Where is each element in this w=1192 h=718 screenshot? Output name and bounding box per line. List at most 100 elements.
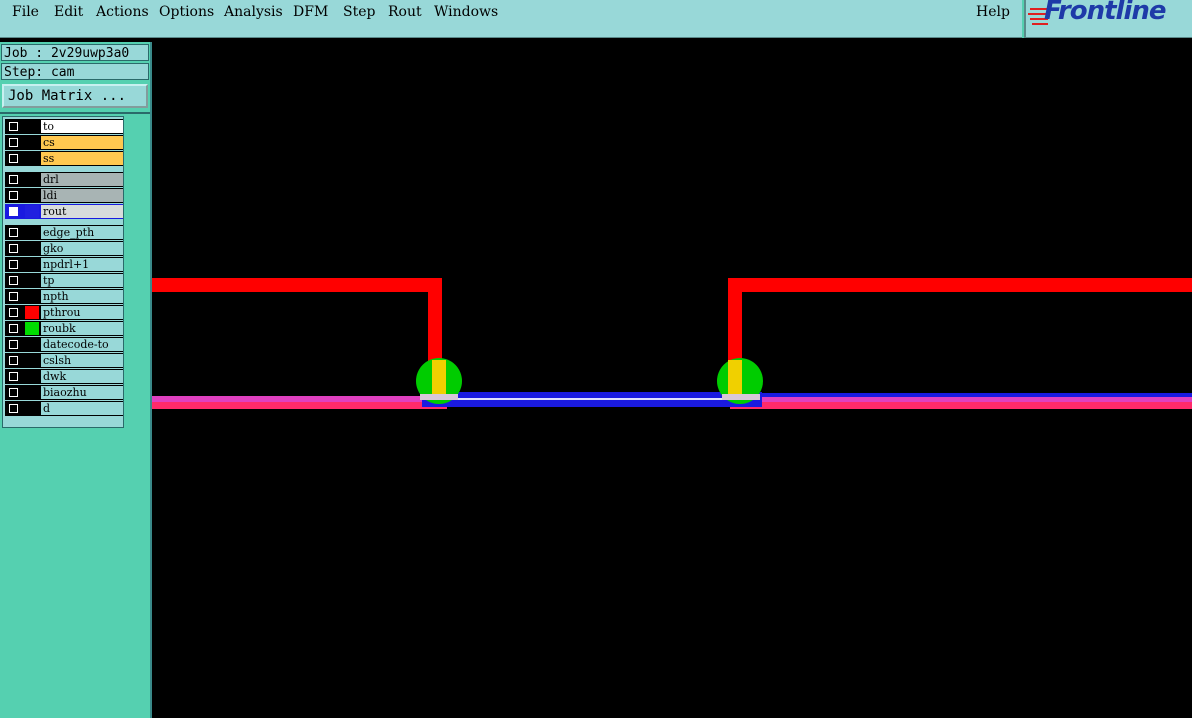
menu-rout[interactable]: Rout	[388, 4, 422, 20]
layer-row-rout[interactable]: rout	[5, 204, 123, 219]
menu-analysis[interactable]: Analysis	[224, 4, 283, 20]
layer-color-swatch	[25, 338, 39, 351]
menu-help[interactable]: Help	[976, 4, 1010, 20]
layer-row-npdrl+1[interactable]: npdrl+1	[5, 257, 123, 272]
layer-checkbox[interactable]	[9, 308, 18, 317]
menu-windows[interactable]: Windows	[434, 4, 498, 20]
pad-right-overlap	[728, 360, 742, 394]
layer-checkbox[interactable]	[9, 244, 18, 253]
red-trace-right	[728, 278, 1192, 387]
layer-name: ss	[41, 152, 123, 165]
left-panel: Job : 2v29uwp3a0 Step: cam Job Matrix ..…	[0, 42, 150, 718]
rout-line-right-ext	[730, 393, 1192, 397]
layer-name: roubk	[41, 322, 123, 335]
layer-row-to[interactable]: to	[5, 119, 123, 134]
layer-checkbox[interactable]	[9, 292, 18, 301]
menu-options[interactable]: Options	[159, 4, 214, 20]
layer-name: pthrou	[41, 306, 123, 319]
layer-name: d	[41, 402, 123, 415]
layer-name: rout	[41, 205, 123, 218]
layer-color-swatch	[25, 120, 39, 133]
layer-checkbox[interactable]	[9, 175, 18, 184]
layer-color-swatch	[25, 189, 39, 202]
layer-name: dwk	[41, 370, 123, 383]
layer-row-ss[interactable]: ss	[5, 151, 123, 166]
layer-name: edge_pth	[41, 226, 123, 239]
job-matrix-button[interactable]: Job Matrix ...	[2, 84, 148, 108]
layer-checkbox[interactable]	[9, 404, 18, 413]
layer-row-datecode-to[interactable]: datecode-to	[5, 337, 123, 352]
pad-left-overlap	[432, 360, 446, 394]
layer-row-dwk[interactable]: dwk	[5, 369, 123, 384]
magenta-trace-left	[152, 396, 447, 402]
rout-line-center	[442, 398, 742, 400]
panel-separator	[0, 112, 150, 114]
layer-row-ldi[interactable]: ldi	[5, 188, 123, 203]
layer-row-drl[interactable]: drl	[5, 172, 123, 187]
layer-row-edge_pth[interactable]: edge_pth	[5, 225, 123, 240]
layer-checkbox[interactable]	[9, 356, 18, 365]
layer-row-d[interactable]: d	[5, 401, 123, 416]
layer-color-swatch	[25, 258, 39, 271]
layer-name: cs	[41, 136, 123, 149]
menu-file[interactable]: File	[12, 4, 39, 20]
layer-row-pthrou[interactable]: pthrou	[5, 305, 123, 320]
layer-checkbox[interactable]	[9, 122, 18, 131]
job-name-label: Job : 2v29uwp3a0	[1, 44, 149, 61]
menu-step[interactable]: Step	[343, 4, 375, 20]
pad-left-gap	[420, 394, 458, 400]
layer-row-npth[interactable]: npth	[5, 289, 123, 304]
layer-name: npdrl+1	[41, 258, 123, 271]
layer-row-biaozhu[interactable]: biaozhu	[5, 385, 123, 400]
layer-checkbox[interactable]	[9, 276, 18, 285]
layer-list: to cs ss drl ldi rout edge_pthgko npdrl+1 tp npth…	[2, 116, 124, 428]
layer-name: tp	[41, 274, 123, 287]
menu-edit[interactable]: Edit	[54, 4, 83, 20]
pad-right-gap	[722, 394, 760, 400]
layer-name: npth	[41, 290, 123, 303]
layer-name: drl	[41, 173, 123, 186]
layer-color-swatch	[25, 136, 39, 149]
layer-name: to	[41, 120, 123, 133]
layer-color-swatch	[25, 173, 39, 186]
layer-checkbox[interactable]	[9, 260, 18, 269]
menu-dfm[interactable]: DFM	[293, 4, 328, 20]
layer-color-swatch	[25, 354, 39, 367]
layer-row-roubk[interactable]: roubk	[5, 321, 123, 336]
layer-checkbox[interactable]	[9, 372, 18, 381]
layer-color-swatch	[25, 370, 39, 383]
layer-checkbox[interactable]	[9, 191, 18, 200]
layer-name: biaozhu	[41, 386, 123, 399]
logo-text: Frontline	[1044, 0, 1166, 26]
layer-color-swatch	[25, 386, 39, 399]
layer-row-gko[interactable]: gko	[5, 241, 123, 256]
graphics-canvas[interactable]	[152, 42, 1192, 718]
layer-checkbox[interactable]	[9, 154, 18, 163]
layer-name: cslsh	[41, 354, 123, 367]
layer-checkbox[interactable]	[9, 228, 18, 237]
layer-row-cs[interactable]: cs	[5, 135, 123, 150]
menu-actions[interactable]: Actions	[96, 4, 149, 20]
layer-checkbox[interactable]	[9, 324, 18, 333]
layer-color-swatch	[25, 152, 39, 165]
layer-name: gko	[41, 242, 123, 255]
step-name-label: Step: cam	[1, 63, 149, 80]
layer-row-cslsh[interactable]: cslsh	[5, 353, 123, 368]
layer-color-swatch	[25, 306, 39, 319]
layer-color-swatch	[25, 402, 39, 415]
frontline-logo: Frontline	[1024, 0, 1192, 39]
layer-color-swatch	[25, 322, 39, 335]
layer-checkbox[interactable]	[9, 207, 18, 216]
layer-name: ldi	[41, 189, 123, 202]
layer-checkbox[interactable]	[9, 138, 18, 147]
layer-name: datecode-to	[41, 338, 123, 351]
layer-color-swatch	[25, 274, 39, 287]
layer-color-swatch	[25, 226, 39, 239]
layer-row-tp[interactable]: tp	[5, 273, 123, 288]
pcb-graphics	[152, 278, 1192, 409]
layer-checkbox[interactable]	[9, 340, 18, 349]
layer-checkbox[interactable]	[9, 388, 18, 397]
layer-color-swatch	[25, 290, 39, 303]
layer-color-swatch	[25, 242, 39, 255]
red-trace-left	[152, 278, 442, 387]
